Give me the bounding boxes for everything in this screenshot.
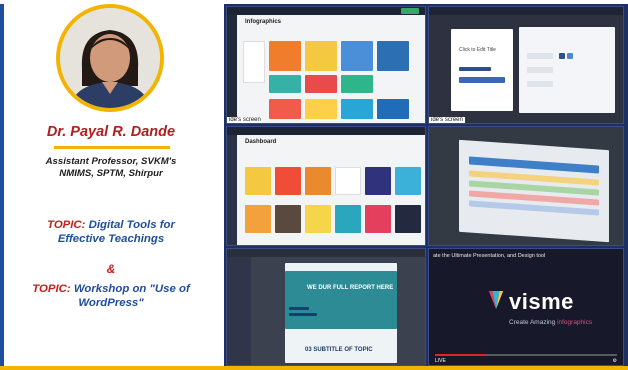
topic-2: TOPIC: Workshop on "Use of WordPress" [0, 282, 222, 310]
template-thumb[interactable] [377, 41, 409, 71]
settings-field[interactable] [527, 53, 553, 59]
visme-logo-icon [488, 291, 504, 309]
share-button[interactable] [401, 8, 419, 14]
left-accent-bar [0, 4, 4, 368]
dashboard-header: Dashboard [245, 139, 277, 145]
topic-2-line-2: WordPress" [78, 297, 144, 309]
screen-table [428, 126, 624, 246]
template-thumb[interactable] [377, 99, 409, 119]
template-thumb[interactable] [365, 205, 391, 233]
video-progress-bar[interactable] [435, 354, 617, 356]
template-thumb[interactable] [305, 99, 337, 119]
app-sidebar [227, 135, 237, 245]
role-line-2: NMIMS, SPTM, Shirpur [59, 168, 163, 179]
template-thumb[interactable] [395, 205, 421, 233]
topic-2-line-1: Workshop on "Use of [73, 283, 190, 295]
app-topbar [227, 127, 425, 135]
topic-1-line-1: Digital Tools for [88, 219, 175, 231]
app-topbar [429, 7, 623, 15]
screen-dashboard: Dashboard [226, 126, 426, 246]
presenter-avatar [56, 4, 164, 112]
app-sidebar [227, 257, 251, 365]
report-subtitle: 03 SUBTITLE OF TOPIC [305, 347, 373, 353]
report-bar [289, 307, 309, 310]
settings-gear-icon[interactable]: ⚙ [613, 358, 617, 364]
template-thumb[interactable] [269, 75, 301, 93]
color-swatch[interactable] [559, 53, 565, 59]
screen-owner-caption: ide's screen [429, 117, 465, 123]
app-sidebar [227, 15, 237, 123]
report-hero [285, 271, 397, 329]
template-thumb[interactable] [245, 167, 271, 195]
screen-infographics: Infographics ide's screen [226, 6, 426, 124]
template-thumb[interactable] [305, 75, 337, 93]
visme-wordmark: visme [509, 289, 574, 314]
template-thumb[interactable] [269, 99, 301, 119]
screen-visme-video: ate the Ultimate Presentation, and Desig… [428, 248, 624, 366]
template-thumb[interactable] [305, 205, 331, 233]
template-thumb[interactable] [305, 167, 331, 195]
template-thumb[interactable] [245, 205, 271, 233]
presenter-name: Dr. Payal R. Dande [46, 124, 176, 140]
topic-1-line-2: Effective Teachings [57, 233, 165, 245]
template-thumb[interactable] [341, 99, 373, 119]
screen-owner-caption: ide's screen [227, 117, 263, 123]
visme-tagline-a: Create Amazing [509, 319, 556, 326]
template-thumb[interactable] [365, 167, 391, 195]
template-thumb[interactable] [395, 167, 421, 195]
app-topbar [227, 7, 425, 15]
infographics-header: Infographics [245, 19, 282, 25]
person-silhouette-icon [60, 8, 160, 108]
screen-chart-editor: Click to Edit Title ide's screen [428, 6, 624, 124]
color-swatch[interactable] [567, 53, 573, 59]
template-thumb[interactable] [243, 41, 265, 83]
template-thumb[interactable] [275, 167, 301, 195]
visme-tagline: Create Amazing infographics [509, 319, 592, 326]
chart-bar [459, 67, 491, 71]
report-title: WE DUR FULL REPORT HERE [307, 285, 394, 291]
template-thumb[interactable] [269, 41, 301, 71]
settings-field[interactable] [527, 81, 553, 87]
chart-title-label: Click to Edit Title [459, 47, 496, 53]
live-label: LIVE [435, 358, 446, 364]
settings-field[interactable] [527, 67, 553, 73]
name-underline [54, 146, 170, 149]
presenter-photo [60, 8, 160, 108]
topic-2-label: TOPIC: [32, 283, 71, 295]
template-thumb[interactable] [335, 205, 361, 233]
video-progress-fill [435, 354, 486, 356]
chart-bar [459, 77, 505, 83]
app-topbar [227, 249, 425, 257]
topic-1-label: TOPIC: [47, 219, 86, 231]
report-bar [289, 313, 317, 316]
visme-tagline-b: infographics [557, 319, 593, 326]
template-thumb[interactable] [341, 41, 373, 71]
template-thumb[interactable] [335, 167, 361, 195]
video-title: ate the Ultimate Presentation, and Desig… [433, 253, 546, 259]
topic-1: TOPIC: Digital Tools for Effective Teach… [0, 218, 222, 246]
template-thumb[interactable] [341, 75, 373, 93]
topic-ampersand: & [106, 262, 116, 276]
template-thumb[interactable] [305, 41, 337, 71]
presenter-panel: Dr. Payal R. Dande Assistant Professor, … [0, 0, 222, 370]
presenter-role: Assistant Professor, SVKM's NMIMS, SPTM,… [0, 156, 222, 180]
screen-report-editor: WE DUR FULL REPORT HERE 03 SUBTITLE OF T… [226, 248, 426, 366]
role-line-1: Assistant Professor, SVKM's [45, 156, 177, 167]
bottom-accent-rule [0, 366, 628, 370]
template-thumb[interactable] [275, 205, 301, 233]
